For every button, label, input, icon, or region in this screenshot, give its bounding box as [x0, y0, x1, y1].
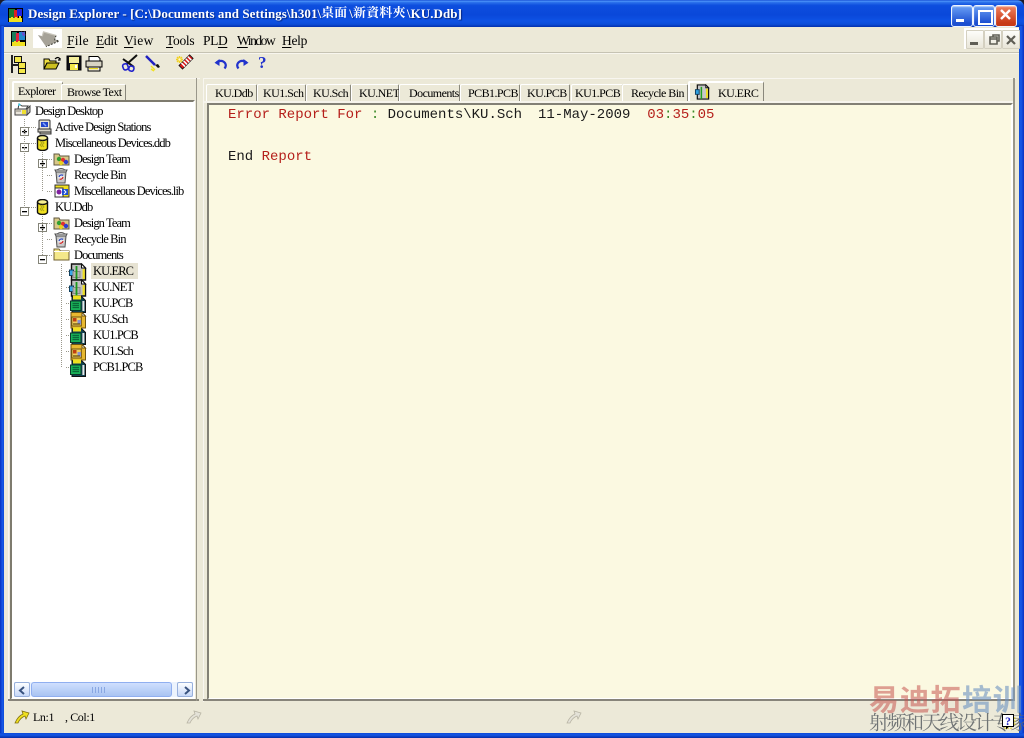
- svg-text:?: ?: [1005, 716, 1011, 728]
